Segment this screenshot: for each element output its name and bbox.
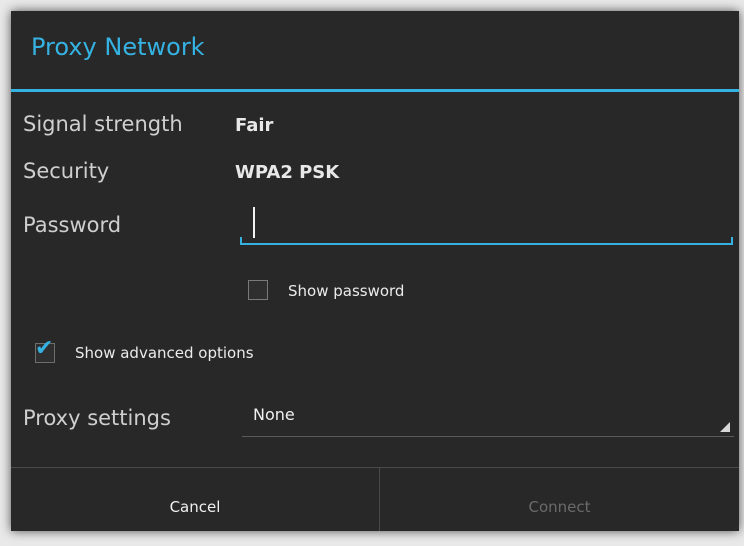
cancel-button[interactable]: Cancel xyxy=(11,468,379,531)
show-advanced-options-label[interactable]: Show advanced options xyxy=(75,344,254,362)
proxy-settings-label: Proxy settings xyxy=(23,406,171,430)
signal-strength-value: Fair xyxy=(235,115,274,136)
connect-button[interactable]: Connect xyxy=(380,468,739,531)
dialog-title: Proxy Network xyxy=(11,11,739,92)
wifi-dialog: Proxy Network Signal strength Fair Secur… xyxy=(11,11,739,531)
show-password-checkbox[interactable] xyxy=(248,280,268,300)
password-label: Password xyxy=(23,213,122,237)
show-password-label[interactable]: Show password xyxy=(288,282,404,300)
signal-strength-label: Signal strength xyxy=(23,112,183,136)
proxy-settings-dropdown[interactable]: None xyxy=(242,395,734,437)
security-value: WPA2 PSK xyxy=(235,162,340,183)
security-label: Security xyxy=(23,159,110,183)
text-cursor xyxy=(253,207,255,238)
checkmark-icon: ✔ xyxy=(35,336,54,361)
dropdown-arrow-icon xyxy=(720,422,730,432)
show-advanced-options-checkbox[interactable]: ✔ xyxy=(35,337,55,363)
proxy-settings-value: None xyxy=(253,405,295,424)
button-bar: Cancel Connect xyxy=(11,467,739,531)
password-field[interactable] xyxy=(240,201,733,245)
